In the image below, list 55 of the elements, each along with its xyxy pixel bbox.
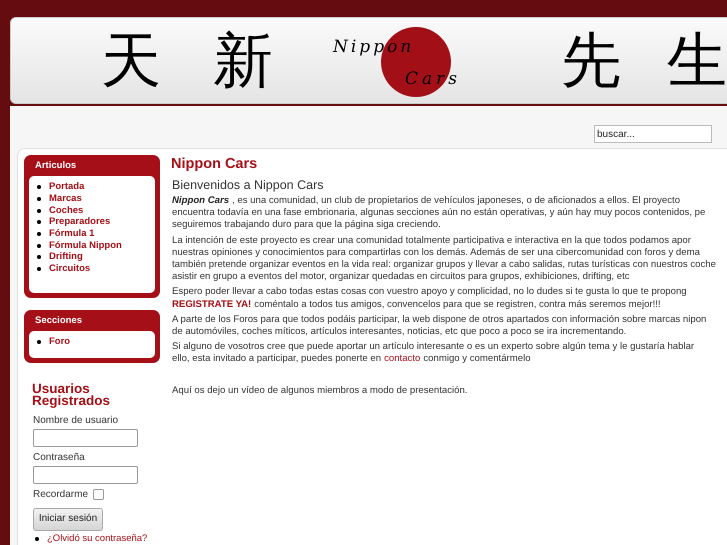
bullet-icon	[37, 340, 41, 344]
kanji-character: 生	[667, 30, 727, 90]
password-field[interactable]	[33, 466, 138, 484]
bold-text: Nippon Cars	[172, 195, 230, 208]
kanji-character: 天	[101, 30, 161, 90]
body-text: Si alguno de vosotros cree que puede aportar un artículo interesante o es un experto sobre algún tema y le gustaría hablar	[172, 341, 694, 354]
bullet-icon	[37, 220, 41, 224]
bullet-icon	[35, 536, 39, 541]
panel-title: Articulos	[34, 159, 78, 173]
menu-link[interactable]: Marcas	[49, 192, 82, 205]
body-text: ello, esta invitado a participar, puedes ponerte en	[172, 353, 382, 366]
body-text: Espero poder llevar a cabo todas estas cosas con vuestro apoyo y complicidad, no lo dudes si te gusta lo que te propong	[172, 286, 687, 299]
body-text: seguiremos trabajando duro para que la página siga creciendo.	[172, 219, 441, 232]
panel-title: Secciones	[34, 314, 83, 328]
kanji-character: 新	[213, 30, 273, 90]
body-text: La intención de este proyecto es crear una comunidad totalmente participativa e interactiva en la que todos podamos apor	[172, 234, 691, 247]
search-field[interactable]: buscar...	[594, 125, 712, 143]
body-text: A parte de los Foros para que todos podáis participar, la web dispone de otros apartados con información sobre marcas nipon	[172, 314, 706, 326]
menu-link[interactable]: Fórmula Nippon	[49, 240, 122, 252]
menu-link[interactable]: Drifting	[49, 251, 83, 264]
menu-link[interactable]: Preparadores	[49, 216, 110, 228]
field-label: Nombre de usuario	[33, 414, 120, 427]
forgot-password-link[interactable]: ¿Olvidó su contraseña?	[47, 532, 148, 545]
body-text: asistir en grupo a eventos del motor, organizar quedadas en circuitos para grupos, exhibiciones, drifting, etc	[172, 271, 630, 284]
bullet-icon	[37, 267, 41, 272]
kanji-character: 先	[561, 30, 621, 90]
menu-link[interactable]: Foro	[49, 336, 70, 348]
contact-link[interactable]: contacto	[384, 353, 420, 366]
body-text: también pretende organizar eventos en la vida real: organizar grupos y llevar a cabo salidas, rutas turísticas con nuestros coche	[172, 259, 716, 272]
field-label: Contraseña	[33, 452, 86, 464]
menu-link[interactable]: Fórmula 1	[49, 228, 94, 240]
body-text: de automóviles, coches míticos, artículos interesantes, noticias, etc que poco a poco se ira incrementando.	[172, 326, 626, 338]
page-title: Nippon Cars	[171, 156, 258, 172]
bullet-icon	[37, 208, 41, 212]
menu-link[interactable]: Circuitos	[49, 263, 90, 275]
remember-checkbox[interactable]	[93, 489, 104, 500]
body-text: conmigo y comentármelo	[423, 353, 531, 366]
bullet-icon	[37, 196, 41, 201]
checkbox-label: Recordarme	[33, 488, 88, 501]
page-subtitle: Bienvenidos a Nippon Cars	[172, 178, 324, 192]
body-text: nuestras opiniones y conocimientos para compartirlas con los demás. Además de ser una cibercomunidad con foros y dema	[172, 246, 700, 260]
body-text: encuentra todavía en una fase embrionaria, algunas secciones aún no están operativas, y aún hay muy pocos contenidos, pe	[172, 207, 706, 220]
body-text: coméntalo a todos tus amigos, convencelos para que se registren, contra más seremos mejor!!!	[254, 298, 661, 311]
body-text: , es una comunidad, un club de propietarios de vehículos japoneses, o de aficionados a ellos. El proyecto	[232, 195, 680, 208]
body-text: Aquí os dejo un vídeo de algunos miembros a modo de presentación.	[172, 384, 468, 397]
bullet-icon	[37, 255, 41, 260]
register-link[interactable]: REGISTRATE YA!	[172, 298, 252, 311]
menu-link[interactable]: Portada	[49, 181, 84, 193]
login-button[interactable]: Iniciar sesión	[33, 508, 103, 531]
bullet-icon	[37, 244, 41, 248]
bullet-icon	[37, 232, 41, 236]
menu-link[interactable]: Coches	[49, 204, 84, 216]
login-title: Usuarios Registrados	[32, 382, 112, 407]
username-field[interactable]	[33, 428, 138, 447]
bullet-icon	[37, 185, 41, 190]
